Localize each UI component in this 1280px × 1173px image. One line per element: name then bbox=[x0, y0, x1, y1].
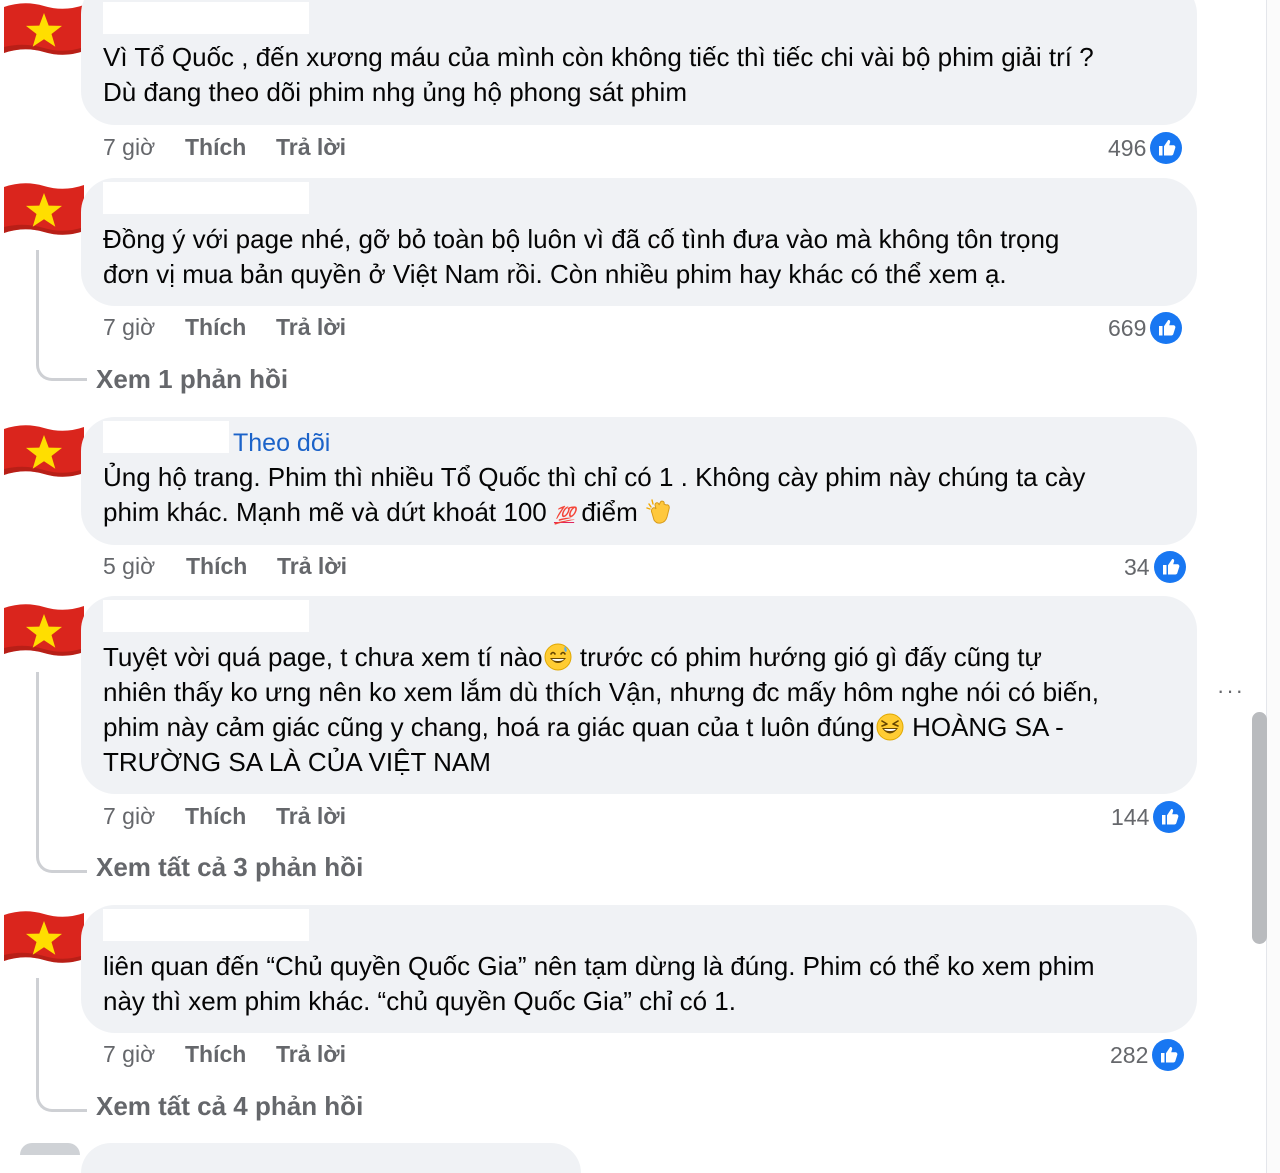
comment-line: Tuyệt vời quá page, t chưa xem tí nào tr… bbox=[103, 640, 1177, 675]
view-replies-link[interactable]: Xem tất cả 3 phản hồi bbox=[96, 852, 363, 883]
comment-line: này thì xem phim khác. “chủ quyền Quốc G… bbox=[103, 986, 736, 1016]
thread-connector bbox=[36, 978, 87, 1112]
vietnam-flag-icon[interactable] bbox=[2, 181, 86, 237]
reaction-count[interactable]: 282 bbox=[1110, 1039, 1184, 1071]
thread-connector bbox=[36, 250, 87, 381]
comment-text-part: phim này cảm giác cũng y chang, hoá ra g… bbox=[103, 712, 875, 742]
author-name-redacted[interactable] bbox=[103, 909, 309, 941]
reaction-number: 669 bbox=[1108, 314, 1147, 341]
like-button[interactable]: Thích bbox=[185, 134, 246, 161]
thumbs-up-icon bbox=[1152, 1039, 1184, 1071]
reaction-number: 282 bbox=[1110, 1041, 1149, 1068]
comment-line: phim này cảm giác cũng y chang, hoá ra g… bbox=[103, 710, 1177, 745]
more-options-icon[interactable]: ··· bbox=[1217, 678, 1245, 704]
follow-link[interactable]: Theo dõi bbox=[233, 429, 330, 458]
comment-text: Ủng hộ trang. Phim thì nhiều Tổ Quốc thì… bbox=[103, 460, 1177, 533]
reaction-count[interactable]: 144 bbox=[1111, 801, 1185, 833]
vietnam-flag-icon[interactable] bbox=[2, 423, 86, 479]
scrollbar-thumb[interactable] bbox=[1252, 712, 1267, 944]
like-button[interactable]: Thích bbox=[185, 803, 246, 830]
avatar[interactable] bbox=[20, 1143, 80, 1155]
reply-button[interactable]: Trả lời bbox=[276, 314, 346, 341]
author-name-redacted[interactable] bbox=[103, 182, 309, 214]
comment-line: Ủng hộ trang. Phim thì nhiều Tổ Quốc thì… bbox=[103, 462, 1086, 492]
vietnam-flag-icon[interactable] bbox=[2, 1, 86, 57]
thumbs-up-icon bbox=[1154, 551, 1186, 583]
reaction-count[interactable]: 496 bbox=[1108, 132, 1182, 164]
comment-text: Đồng ý với page nhé, gỡ bỏ toàn bộ luôn … bbox=[103, 222, 1177, 292]
reply-button[interactable]: Trả lời bbox=[276, 803, 346, 830]
vietnam-flag-icon[interactable] bbox=[2, 909, 86, 965]
author-name-redacted[interactable] bbox=[103, 2, 309, 34]
view-replies-link[interactable]: Xem tất cả 4 phản hồi bbox=[96, 1091, 363, 1122]
reply-button[interactable]: Trả lời bbox=[276, 134, 346, 161]
comment-line: Vì Tổ Quốc , đến xương máu của mình còn … bbox=[103, 42, 1094, 72]
laughing-emoji bbox=[876, 713, 904, 741]
comment-time[interactable]: 7 giờ bbox=[103, 1041, 155, 1068]
comment-time[interactable]: 7 giờ bbox=[103, 314, 155, 341]
comment-text-part: điểm bbox=[574, 497, 645, 527]
clapping-hands-emoji bbox=[646, 499, 670, 524]
comment-line: liên quan đến “Chủ quyền Quốc Gia” nên t… bbox=[103, 951, 1095, 981]
grinning-sweat-emoji bbox=[544, 643, 572, 671]
reaction-count[interactable]: 34 bbox=[1124, 551, 1186, 583]
comment-text: Vì Tổ Quốc , đến xương máu của mình còn … bbox=[103, 40, 1177, 110]
comment-text-part: HOÀNG SA - bbox=[904, 712, 1064, 742]
comment-line: Dù đang theo dõi phim nhg ủng hộ phong s… bbox=[103, 77, 687, 107]
view-replies-link[interactable]: Xem 1 phản hồi bbox=[96, 364, 288, 395]
comment-line: đơn vị mua bản quyền ở Việt Nam rồi. Còn… bbox=[103, 259, 1007, 289]
comment-line: Đồng ý với page nhé, gỡ bỏ toàn bộ luôn … bbox=[103, 224, 1060, 254]
comment-bubble: Đồng ý với page nhé, gỡ bỏ toàn bộ luôn … bbox=[81, 178, 1197, 306]
comment-line: TRƯỜNG SA LÀ CỦA VIỆT NAM bbox=[103, 747, 491, 777]
vietnam-flag-icon[interactable] bbox=[2, 602, 86, 658]
author-name-redacted[interactable] bbox=[103, 600, 309, 632]
comment-bubble: Theo dõi Ủng hộ trang. Phim thì nhiều Tổ… bbox=[81, 417, 1197, 545]
comment-bubble: Tuyệt vời quá page, t chưa xem tí nào tr… bbox=[81, 596, 1197, 794]
comment-bubble bbox=[81, 1143, 581, 1173]
comment-text-part: trước có phim hướng gió gì đấy cũng tự bbox=[572, 642, 1042, 672]
like-button[interactable]: Thích bbox=[186, 553, 247, 580]
reaction-number: 144 bbox=[1111, 803, 1150, 830]
like-button[interactable]: Thích bbox=[185, 1041, 246, 1068]
comment-text-part: phim khác. Mạnh mẽ và dứt khoát 100 bbox=[103, 497, 554, 527]
like-button[interactable]: Thích bbox=[185, 314, 246, 341]
comment-time[interactable]: 5 giờ bbox=[103, 553, 155, 580]
reply-button[interactable]: Trả lời bbox=[277, 553, 347, 580]
comment-bubble: liên quan đến “Chủ quyền Quốc Gia” nên t… bbox=[81, 905, 1197, 1033]
scrollbar-track[interactable] bbox=[1266, 0, 1280, 1173]
author-name-redacted[interactable] bbox=[103, 421, 229, 453]
reaction-count[interactable]: 669 bbox=[1108, 312, 1182, 344]
thumbs-up-icon bbox=[1150, 312, 1182, 344]
comment-text: Tuyệt vời quá page, t chưa xem tí nào tr… bbox=[103, 640, 1177, 780]
comment-line: nhiên thấy ko ưng nên ko xem lắm dù thíc… bbox=[103, 677, 1099, 707]
comment-time[interactable]: 7 giờ bbox=[103, 134, 155, 161]
comment-bubble: Vì Tổ Quốc , đến xương máu của mình còn … bbox=[81, 0, 1197, 125]
reaction-number: 34 bbox=[1124, 553, 1150, 580]
thumbs-up-icon bbox=[1153, 801, 1185, 833]
comment-text: liên quan đến “Chủ quyền Quốc Gia” nên t… bbox=[103, 949, 1177, 1019]
comment-time[interactable]: 7 giờ bbox=[103, 803, 155, 830]
hundred-points-emoji: 💯 bbox=[553, 506, 575, 525]
thread-connector bbox=[36, 672, 87, 873]
thumbs-up-icon bbox=[1150, 132, 1182, 164]
comment-line: phim khác. Mạnh mẽ và dứt khoát 100 💯 đi… bbox=[103, 495, 1177, 533]
reply-button[interactable]: Trả lời bbox=[276, 1041, 346, 1068]
comment-text-part: Tuyệt vời quá page, t chưa xem tí nào bbox=[103, 642, 543, 672]
reaction-number: 496 bbox=[1108, 134, 1147, 161]
